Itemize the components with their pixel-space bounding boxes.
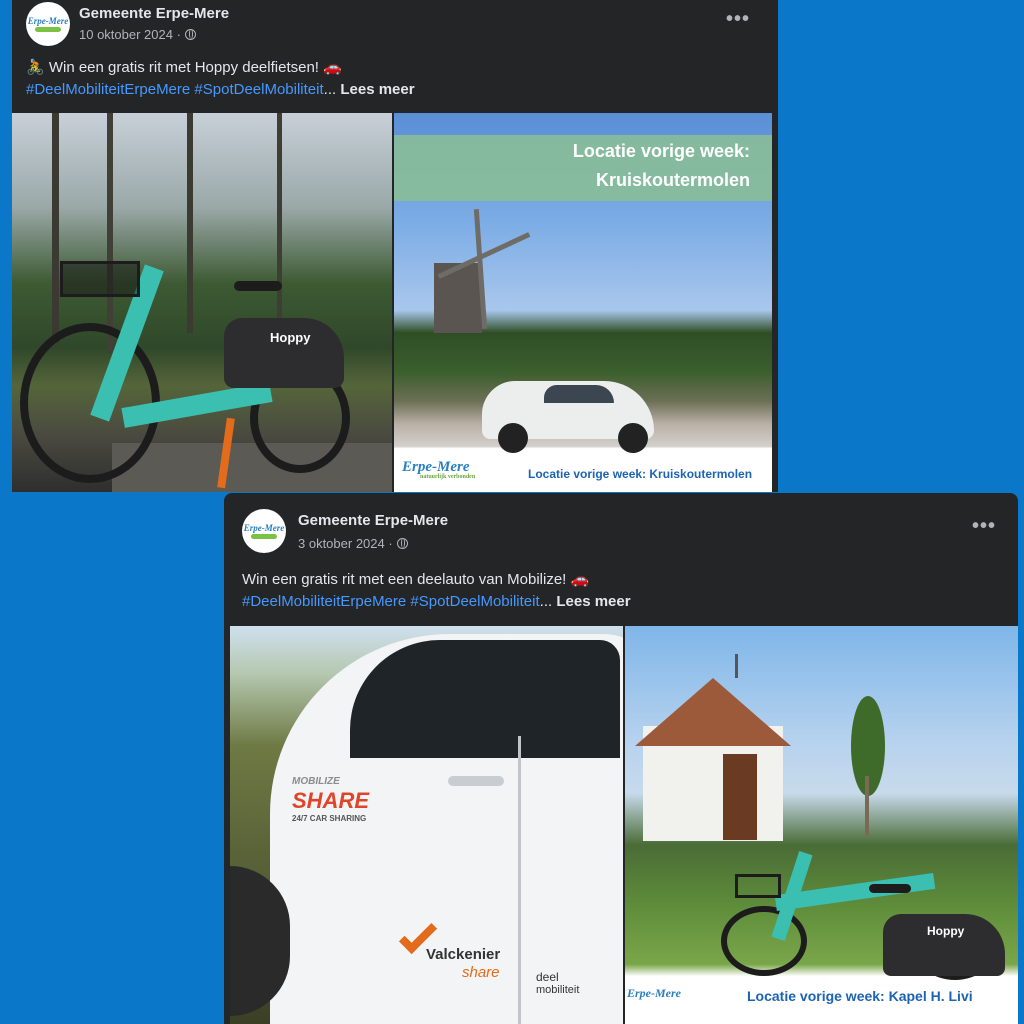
location-banner: Locatie vorige week: Kruiskoutermolen — [394, 135, 772, 201]
post-message: Win een gratis rit met een deelauto van … — [242, 571, 590, 588]
bike-battery-cover: Hoppy — [883, 914, 1005, 976]
ellipsis: ... — [323, 81, 337, 98]
post-photo-windmill[interactable]: Locatie vorige week: Kruiskoutermolen Er… — [394, 113, 772, 492]
mobiliteit-label: mobiliteit — [536, 984, 580, 996]
car-window — [544, 385, 614, 403]
post-hashtag-line: #DeelMobiliteitErpeMere #SpotDeelMobilit… — [26, 79, 415, 100]
bike-battery-cover: Hoppy — [224, 318, 344, 388]
bike-saddle — [869, 884, 911, 893]
post-date[interactable]: 3 oktober 2024 · — [298, 536, 393, 551]
ellipsis: ... — [539, 593, 553, 610]
post-card: Erpe-Mere Gemeente Erpe-Mere 3 oktober 2… — [224, 493, 1018, 1024]
post-card: Erpe-Mere Gemeente Erpe-Mere 10 oktober … — [12, 0, 778, 492]
hashtags-link[interactable]: #DeelMobiliteitErpeMere #SpotDeelMobilit… — [242, 593, 540, 610]
bike-front-wheel — [721, 906, 807, 976]
share-label: SHARE — [292, 788, 370, 813]
car-wheel — [618, 423, 648, 453]
more-options-icon[interactable]: ••• — [972, 515, 996, 538]
chapel-door — [723, 754, 757, 840]
read-more-link[interactable]: Lees meer — [556, 593, 630, 610]
erpe-mere-logo: Erpe-Mere — [627, 986, 681, 1000]
bike-front-wheel — [20, 323, 160, 483]
post-photo-car[interactable]: MOBILIZE SHARE 24/7 CAR SHARING Valckeni… — [230, 626, 623, 1024]
globe-icon — [396, 538, 408, 549]
globe-icon — [184, 29, 196, 40]
hoppy-logo: Hoppy — [270, 330, 311, 345]
bike-saddle — [234, 281, 282, 291]
car-wheel — [498, 423, 528, 453]
mobilize-label: MOBILIZE — [292, 776, 340, 787]
bike-basket — [60, 261, 140, 297]
car-window — [350, 640, 620, 758]
valckenier-share-label: share — [462, 964, 500, 981]
post-author[interactable]: Gemeente Erpe-Mere — [79, 5, 229, 22]
erpe-mere-logo: Erpe-Mere natuurlijk verbonden — [402, 459, 476, 480]
chapel-cross — [735, 654, 738, 678]
deel-label: deel — [536, 970, 559, 984]
more-options-icon[interactable]: ••• — [726, 8, 750, 31]
post-message: 🚴 Win een gratis rit met Hoppy deelfiets… — [26, 59, 342, 76]
tree-trunk — [187, 113, 193, 333]
car-door-handle — [448, 776, 504, 786]
chapel-roof — [635, 678, 791, 746]
hoppy-logo: Hoppy — [927, 924, 965, 938]
carsharing-label: 24/7 CAR SHARING — [292, 814, 367, 823]
photo-caption: Locatie vorige week: Kruiskoutermolen — [528, 467, 753, 481]
car-door-seam — [518, 736, 521, 1024]
post-photo-chapel[interactable]: Hoppy Erpe-Mere Locatie vorige week: Kap… — [625, 626, 1018, 1024]
wooden-deck — [112, 443, 392, 492]
read-more-link[interactable]: Lees meer — [340, 81, 414, 98]
tree-trunk — [865, 776, 869, 836]
tree-trunk — [107, 113, 113, 353]
tree-trunk — [52, 113, 59, 343]
valckenier-label: Valckenier — [426, 946, 501, 963]
photo-caption: Locatie vorige week: Kapel H. Livi — [747, 988, 973, 1004]
windmill-sail — [437, 232, 531, 279]
banner-title: Locatie vorige week: — [572, 141, 750, 161]
tree-trunk — [277, 113, 282, 328]
banner-location: Kruiskoutermolen — [595, 170, 750, 190]
bike-basket — [735, 874, 781, 898]
post-date[interactable]: 10 oktober 2024 · — [79, 27, 181, 42]
post-meta: 10 oktober 2024 · — [79, 27, 196, 42]
hashtags-link[interactable]: #DeelMobiliteitErpeMere #SpotDeelMobilit… — [26, 81, 324, 98]
post-meta: 3 oktober 2024 · — [298, 536, 408, 551]
post-author[interactable]: Gemeente Erpe-Mere — [298, 512, 448, 529]
page-avatar[interactable]: Erpe-Mere — [242, 509, 286, 553]
post-photo-bike[interactable]: Hoppy — [12, 113, 392, 492]
page-avatar[interactable]: Erpe-Mere — [26, 2, 70, 46]
post-hashtag-line: #DeelMobiliteitErpeMere #SpotDeelMobilit… — [242, 591, 631, 612]
